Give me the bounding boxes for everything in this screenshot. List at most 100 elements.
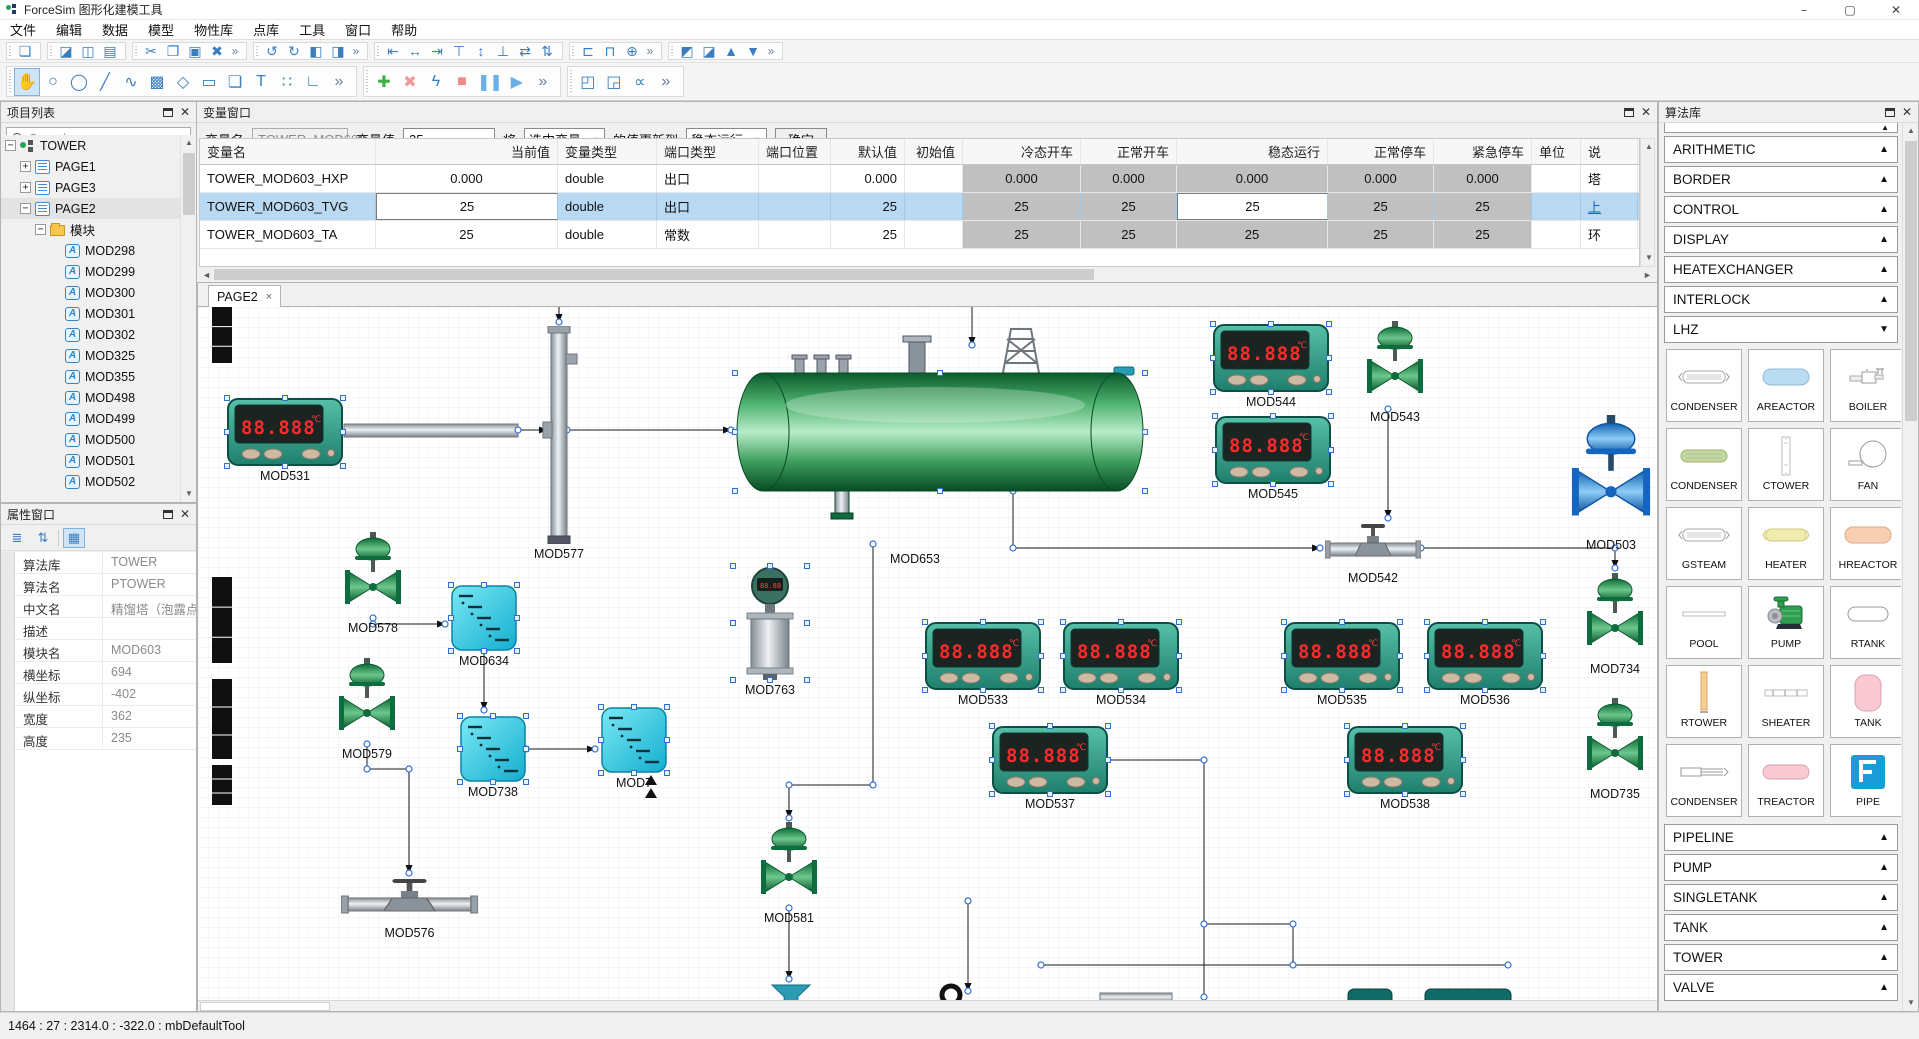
save-all-icon[interactable]: ◫ [77, 41, 99, 61]
overflow-icon[interactable]: » [643, 41, 657, 61]
stop-icon[interactable]: ■ [449, 68, 475, 96]
tab-page2[interactable]: PAGE2 × [208, 285, 281, 307]
same-height-icon[interactable]: ⊓ [599, 41, 621, 61]
pause-icon[interactable]: ❚❚ [475, 68, 504, 96]
close-icon[interactable]: ✕ [180, 106, 190, 118]
hand-icon[interactable]: ✋ [14, 68, 40, 96]
library-section-partial[interactable]: ▲ [1664, 123, 1898, 133]
new-file-icon[interactable]: ❏ [14, 41, 36, 61]
table-row-TOWER_MOD603_TVG[interactable]: TOWER_MOD603_TVG25double出口252525252525上 [200, 193, 1639, 221]
tree-item-MOD502[interactable]: A MOD502 [1, 471, 182, 492]
module-MOD535[interactable] [1285, 623, 1399, 689]
property-row[interactable]: 算法名 PTOWER [15, 574, 196, 596]
column-header-2[interactable]: 变量类型 [558, 139, 657, 164]
text-icon[interactable]: T [248, 68, 274, 96]
property-row[interactable]: 宽度 362 [15, 706, 196, 728]
add-icon[interactable]: ✚ [371, 68, 397, 96]
scroll-up-icon[interactable]: ▲ [1903, 123, 1919, 139]
save-icon[interactable]: ◪ [55, 41, 77, 61]
rectangle-icon[interactable]: ▭ [196, 68, 222, 96]
scroll-right-icon[interactable]: ► [1640, 270, 1655, 280]
tree-item-PAGE2[interactable]: − PAGE2 [1, 198, 182, 219]
line-icon[interactable]: ╱ [92, 68, 118, 96]
tree-item-MOD325[interactable]: A MOD325 [1, 345, 182, 366]
curve-icon[interactable]: ∿ [118, 68, 144, 96]
module-MOD544[interactable] [1214, 325, 1328, 391]
property-row[interactable]: 横坐标 694 [15, 662, 196, 684]
maximize-button[interactable]: ▢ [1827, 0, 1873, 19]
rotate-ccw-icon[interactable]: ↺ [261, 41, 283, 61]
tab-close-icon[interactable]: × [266, 291, 272, 303]
module-MOD738[interactable] [461, 717, 525, 781]
rotate-cw-icon[interactable]: ↻ [283, 41, 305, 61]
tree-item-MOD501[interactable]: A MOD501 [1, 450, 182, 471]
column-header-7[interactable]: 冷态开车 [963, 139, 1081, 164]
property-row[interactable]: 算法库 TOWER [15, 552, 196, 574]
center-view-icon[interactable]: ⊕ [621, 41, 643, 61]
menu-item-2[interactable]: 数据 [92, 20, 138, 39]
menu-item-3[interactable]: 模型 [138, 20, 184, 39]
property-row[interactable]: 描述 [15, 618, 196, 640]
module-MOD534[interactable] [1064, 623, 1178, 689]
column-header-9[interactable]: 稳态运行 [1177, 139, 1328, 164]
align-right-icon[interactable]: ⇥ [426, 41, 448, 61]
library-item-RTANK[interactable]: RTANK [1830, 586, 1901, 659]
polyline-icon[interactable]: ∟ [300, 68, 326, 96]
library-section-SINGLETANK[interactable]: SINGLETANK▲ [1664, 884, 1898, 911]
tree-toggle-icon[interactable]: + [20, 161, 31, 172]
run-icon[interactable]: ▶ [504, 68, 530, 96]
library-item-PUMP[interactable]: PUMP [1748, 586, 1824, 659]
tree-item-MOD355[interactable]: A MOD355 [1, 366, 182, 387]
flip-horizontal-icon[interactable]: ◧ [305, 41, 327, 61]
library-item-CONDENSER[interactable]: CONDENSER [1666, 428, 1742, 501]
property-row[interactable]: 中文名 精馏塔（泡露点） [15, 596, 196, 618]
tree-scroll-thumb[interactable] [183, 153, 195, 215]
remove-icon[interactable]: ✖ [397, 68, 423, 96]
library-item-PIPE[interactable]: PIPE [1830, 744, 1901, 817]
zoom-fit-icon[interactable]: ◰ [575, 68, 601, 96]
table-row-TOWER_MOD603_HXP[interactable]: TOWER_MOD603_HXP0.000double出口0.0000.0000… [200, 165, 1639, 193]
property-row[interactable]: 高度 235 [15, 728, 196, 750]
bring-forward-icon[interactable]: ▲ [720, 41, 742, 61]
overflow-icon[interactable]: » [530, 68, 556, 96]
tree-item-TOWER[interactable]: − TOWER [1, 135, 182, 156]
tree-item-MOD300[interactable]: A MOD300 [1, 282, 182, 303]
module-MOD7[interactable] [602, 708, 666, 772]
zoom-shrink-icon[interactable]: ◲ [601, 68, 627, 96]
library-item-HEATER[interactable]: HEATER [1748, 507, 1824, 580]
tree-item-MOD498[interactable]: A MOD498 [1, 387, 182, 408]
float-icon[interactable] [163, 510, 173, 519]
circle-icon[interactable]: ○ [40, 68, 66, 96]
column-header-13[interactable]: 说 [1581, 139, 1638, 164]
library-item-CONDENSER[interactable]: CONDENSER [1666, 744, 1742, 817]
diagram-canvas[interactable]: 88.888 ℃ 88.88 [198, 307, 1657, 1000]
library-section-BORDER[interactable]: BORDER▲ [1664, 166, 1898, 193]
library-scroll-thumb[interactable] [1905, 141, 1917, 421]
flip-vertical-icon[interactable]: ◨ [327, 41, 349, 61]
delete-icon[interactable]: ✖ [206, 41, 228, 61]
same-width-icon[interactable]: ⊏ [577, 41, 599, 61]
library-item-RTOWER[interactable]: RTOWER [1666, 665, 1742, 738]
distribute-v-icon[interactable]: ⇅ [536, 41, 558, 61]
module-MOD763[interactable] [747, 568, 793, 680]
overflow-icon[interactable]: » [228, 41, 242, 61]
column-header-12[interactable]: 单位 [1532, 139, 1581, 164]
library-section-PIPELINE[interactable]: PIPELINE▲ [1664, 824, 1898, 851]
module-MOD531[interactable] [228, 399, 342, 465]
tree-item-PAGE3[interactable]: + PAGE3 [1, 177, 182, 198]
column-header-1[interactable]: 当前值 [376, 139, 558, 164]
library-item-POOL[interactable]: POOL [1666, 586, 1742, 659]
scroll-up-icon[interactable]: ▲ [1641, 139, 1657, 155]
ellipse-icon[interactable]: ◯ [66, 68, 92, 96]
library-item-HREACTOR[interactable]: HREACTOR [1830, 507, 1901, 580]
float-icon[interactable] [1624, 108, 1634, 117]
menu-item-7[interactable]: 窗口 [335, 20, 381, 39]
module-MOD634[interactable] [452, 586, 516, 650]
module-MOD537[interactable] [993, 727, 1107, 793]
library-item-AREACTOR[interactable]: AREACTOR [1748, 349, 1824, 422]
close-icon[interactable]: ✕ [1641, 106, 1651, 118]
property-pages-icon[interactable]: ▦ [63, 528, 85, 548]
scroll-down-icon[interactable]: ▼ [1641, 250, 1657, 266]
send-backward-icon[interactable]: ▼ [742, 41, 764, 61]
float-icon[interactable] [163, 108, 173, 117]
